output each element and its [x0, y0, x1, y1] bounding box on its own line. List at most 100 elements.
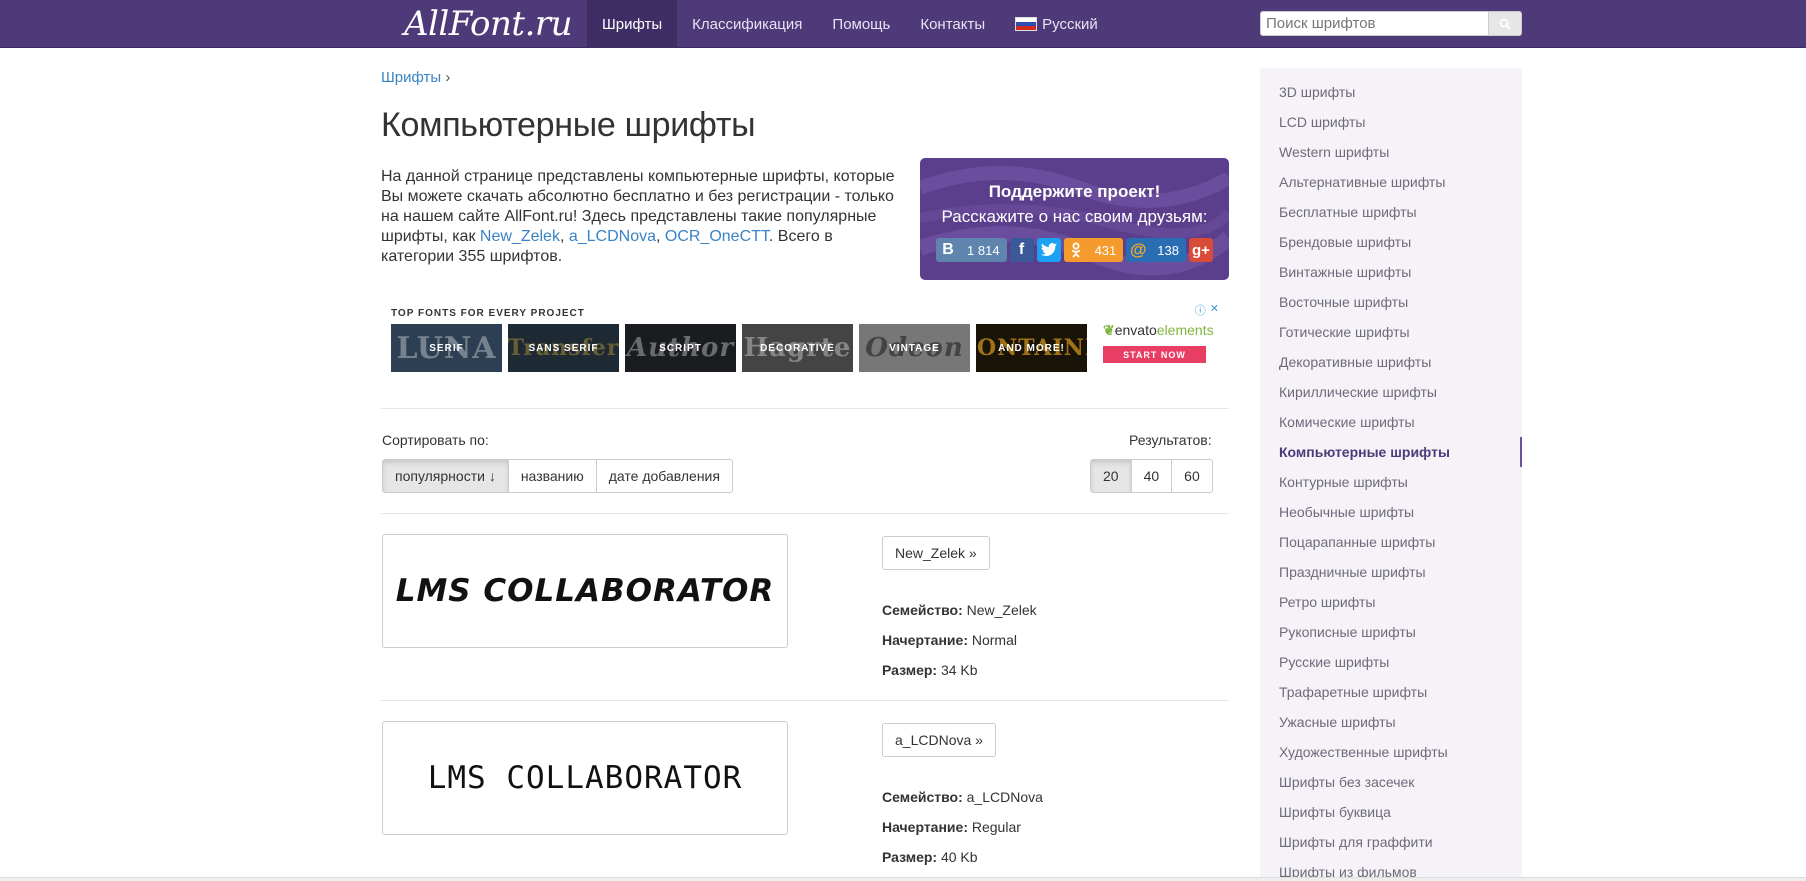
- font-link-button[interactable]: a_LCDNova »: [882, 723, 996, 757]
- ad-tile-label: AND MORE!: [998, 342, 1065, 354]
- nav-item-help[interactable]: Помощь: [817, 0, 905, 48]
- sidebar-item-graffiti[interactable]: Шрифты для граффити: [1260, 827, 1522, 857]
- sidebar-item-holiday[interactable]: Праздничные шрифты: [1260, 557, 1522, 587]
- facebook-icon: f: [1018, 241, 1025, 258]
- intro-separator: ,: [559, 228, 569, 245]
- font-style-info: Начертание: Normal: [882, 632, 1017, 648]
- font-preview[interactable]: LMS COLLABORATOR: [382, 721, 788, 835]
- search-input[interactable]: [1260, 11, 1488, 36]
- sidebar-item-retro[interactable]: Ретро шрифты: [1260, 587, 1522, 617]
- share-twitter-button[interactable]: [1036, 238, 1061, 262]
- share-googleplus-button[interactable]: g+: [1188, 238, 1213, 262]
- intro-text: На данной странице представлены компьюте…: [381, 167, 901, 267]
- font-family-info: Семейство: a_LCDNova: [882, 789, 1043, 805]
- sidebar-item-gothic[interactable]: Готические шрифты: [1260, 317, 1522, 347]
- nav-item-contacts[interactable]: Контакты: [905, 0, 1000, 48]
- sidebar-item-cyrillic[interactable]: Кириллические шрифты: [1260, 377, 1522, 407]
- font-link-button[interactable]: New_Zelek »: [882, 536, 990, 570]
- sidebar-item-lcd[interactable]: LCD шрифты: [1260, 107, 1522, 137]
- results-20-button[interactable]: 20: [1090, 459, 1132, 493]
- share-odnoklassniki-button[interactable]: 431: [1063, 238, 1124, 262]
- sort-by-date-button[interactable]: дате добавления: [595, 459, 733, 493]
- sidebar-item-horror[interactable]: Ужасные шрифты: [1260, 707, 1522, 737]
- language-selector[interactable]: Русский: [1000, 0, 1113, 48]
- googleplus-icon: g+: [1192, 241, 1210, 259]
- share-count: 431: [1094, 242, 1117, 258]
- font-size-label: Размер:: [882, 662, 938, 678]
- sidebar-item-3d[interactable]: 3D шрифты: [1260, 77, 1522, 107]
- ad-heading: TOP FONTS FOR EVERY PROJECT: [391, 308, 585, 319]
- ad-tile-script[interactable]: Author SCRIPT: [625, 324, 736, 372]
- font-family-value: New_Zelek: [966, 602, 1037, 618]
- sidebar-item-vintage[interactable]: Винтажные шрифты: [1260, 257, 1522, 287]
- sidebar-item-russian[interactable]: Русские шрифты: [1260, 647, 1522, 677]
- start-now-button[interactable]: START NOW: [1103, 346, 1206, 363]
- ad-tile-decorative[interactable]: Hagrte DECORATIVE: [742, 324, 853, 372]
- share-facebook-button[interactable]: f: [1009, 238, 1034, 262]
- sidebar-item-handwritten[interactable]: Рукописные шрифты: [1260, 617, 1522, 647]
- envato-elements-ad[interactable]: ❦envatoelements START NOW: [1103, 322, 1214, 363]
- results-per-page-group: 20 40 60: [1090, 459, 1213, 493]
- twitter-icon: [1037, 238, 1061, 262]
- ad-tile-label: VINTAGE: [889, 342, 940, 354]
- font-family-label: Семейство:: [882, 789, 963, 805]
- envato-brand-suffix: elements: [1156, 322, 1214, 338]
- font-size-label: Размер:: [882, 849, 938, 865]
- intro-link-a-lcdnova[interactable]: a_LCDNova: [569, 228, 656, 245]
- sidebar-item-alternative[interactable]: Альтернативные шрифты: [1260, 167, 1522, 197]
- sidebar-item-sans-serif[interactable]: Шрифты без засечек: [1260, 767, 1522, 797]
- ad-info-icon[interactable]: ⓘ: [1195, 302, 1206, 318]
- intro-link-ocr-onectt[interactable]: OCR_OneCTT: [665, 228, 769, 245]
- sidebar-item-decorative[interactable]: Декоративные шрифты: [1260, 347, 1522, 377]
- sidebar-item-oriental[interactable]: Восточные шрифты: [1260, 287, 1522, 317]
- sidebar-item-artistic[interactable]: Художественные шрифты: [1260, 737, 1522, 767]
- sort-label: Сортировать по:: [382, 432, 489, 448]
- sort-button-group: популярности ↓ названию дате добавления: [382, 459, 733, 493]
- divider: [381, 408, 1229, 409]
- sidebar-item-outline[interactable]: Контурные шрифты: [1260, 467, 1522, 497]
- support-project-box: Поддержите проект! Расскажите о нас свои…: [920, 158, 1229, 280]
- nav-item-classification[interactable]: Классификация: [677, 0, 817, 48]
- share-mailru-button[interactable]: @ 138: [1126, 238, 1186, 262]
- ad-controls: ⓘ ✕: [1195, 302, 1219, 318]
- sidebar-item-initial[interactable]: Шрифты буквица: [1260, 797, 1522, 827]
- breadcrumb-link-fonts[interactable]: Шрифты: [381, 69, 441, 86]
- font-size-value: 40 Kb: [940, 849, 978, 865]
- sidebar-item-brand[interactable]: Брендовые шрифты: [1260, 227, 1522, 257]
- share-vk-button[interactable]: В 1 814: [936, 238, 1007, 262]
- ad-tile-and-more[interactable]: FONTAINEAND MORE!: [976, 324, 1087, 372]
- nav-item-fonts[interactable]: Шрифты: [587, 0, 678, 48]
- ad-tile-serif[interactable]: LUNA SERIF: [391, 324, 502, 372]
- sidebar-item-comic[interactable]: Комические шрифты: [1260, 407, 1522, 437]
- main-nav: Шрифты Классификация Помощь Контакты Рус…: [587, 0, 1113, 48]
- intro-link-new-zelek[interactable]: New_Zelek: [480, 228, 560, 245]
- ad-banner[interactable]: TOP FONTS FOR EVERY PROJECT LUNA SERIF Tr…: [381, 300, 1229, 380]
- results-60-button[interactable]: 60: [1171, 459, 1213, 493]
- sidebar-item-scratched[interactable]: Поцарапанные шрифты: [1260, 527, 1522, 557]
- ad-tile-label: SANS SERIF: [528, 342, 599, 354]
- font-size-info: Размер: 34 Kb: [882, 662, 978, 678]
- search-icon: [1499, 18, 1511, 30]
- sidebar-item-computer[interactable]: Компьютерные шрифты: [1260, 437, 1522, 467]
- sort-by-popularity-button[interactable]: популярности ↓: [382, 459, 509, 493]
- sidebar-item-unusual[interactable]: Необычные шрифты: [1260, 497, 1522, 527]
- ad-tile-vintage[interactable]: Odeon VINTAGE: [859, 324, 970, 372]
- ad-tile-label: DECORATIVE: [760, 342, 835, 354]
- sidebar-item-western[interactable]: Western шрифты: [1260, 137, 1522, 167]
- mailru-icon: @: [1129, 240, 1147, 259]
- ad-close-icon[interactable]: ✕: [1210, 302, 1219, 318]
- divider: [381, 700, 1229, 701]
- envato-logo: ❦envatoelements: [1103, 322, 1214, 339]
- font-preview[interactable]: LMS COLLABORATOR: [382, 534, 788, 648]
- site-logo[interactable]: AllFont.ru: [404, 2, 573, 46]
- font-family-label: Семейство:: [882, 602, 963, 618]
- search-button[interactable]: [1488, 11, 1522, 36]
- ad-tile-sans-serif[interactable]: Transfer SANS SERIF: [508, 324, 619, 372]
- results-40-button[interactable]: 40: [1130, 459, 1173, 493]
- russia-flag-icon: [1015, 17, 1038, 31]
- sort-by-name-button[interactable]: названию: [507, 459, 597, 493]
- sidebar-item-free[interactable]: Бесплатные шрифты: [1260, 197, 1522, 227]
- sidebar-item-stencil[interactable]: Трафаретные шрифты: [1260, 677, 1522, 707]
- page-title: Компьютерные шрифты: [381, 106, 756, 144]
- share-count: 138: [1157, 242, 1179, 258]
